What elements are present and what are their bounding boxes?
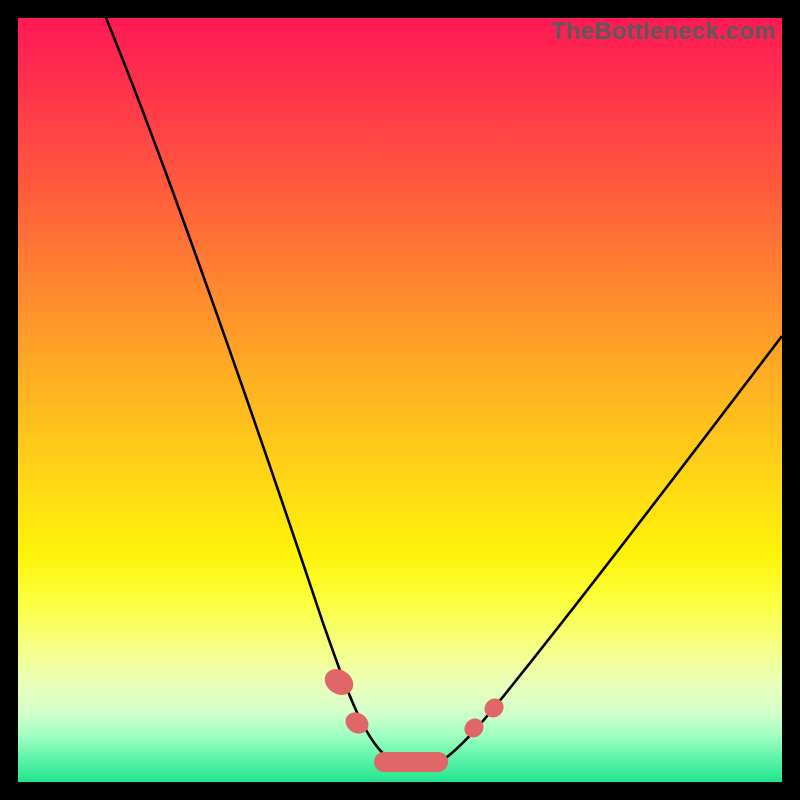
- watermark-text: TheBottleneck.com: [551, 18, 776, 46]
- marker-valley-pill: [374, 752, 448, 772]
- bottleneck-curve: [106, 18, 782, 767]
- highlight-markers: [320, 664, 508, 772]
- plot-area: TheBottleneck.com: [18, 18, 782, 782]
- curve-path: [106, 18, 782, 767]
- outer-frame: TheBottleneck.com: [0, 0, 800, 800]
- curve-layer: [18, 18, 782, 782]
